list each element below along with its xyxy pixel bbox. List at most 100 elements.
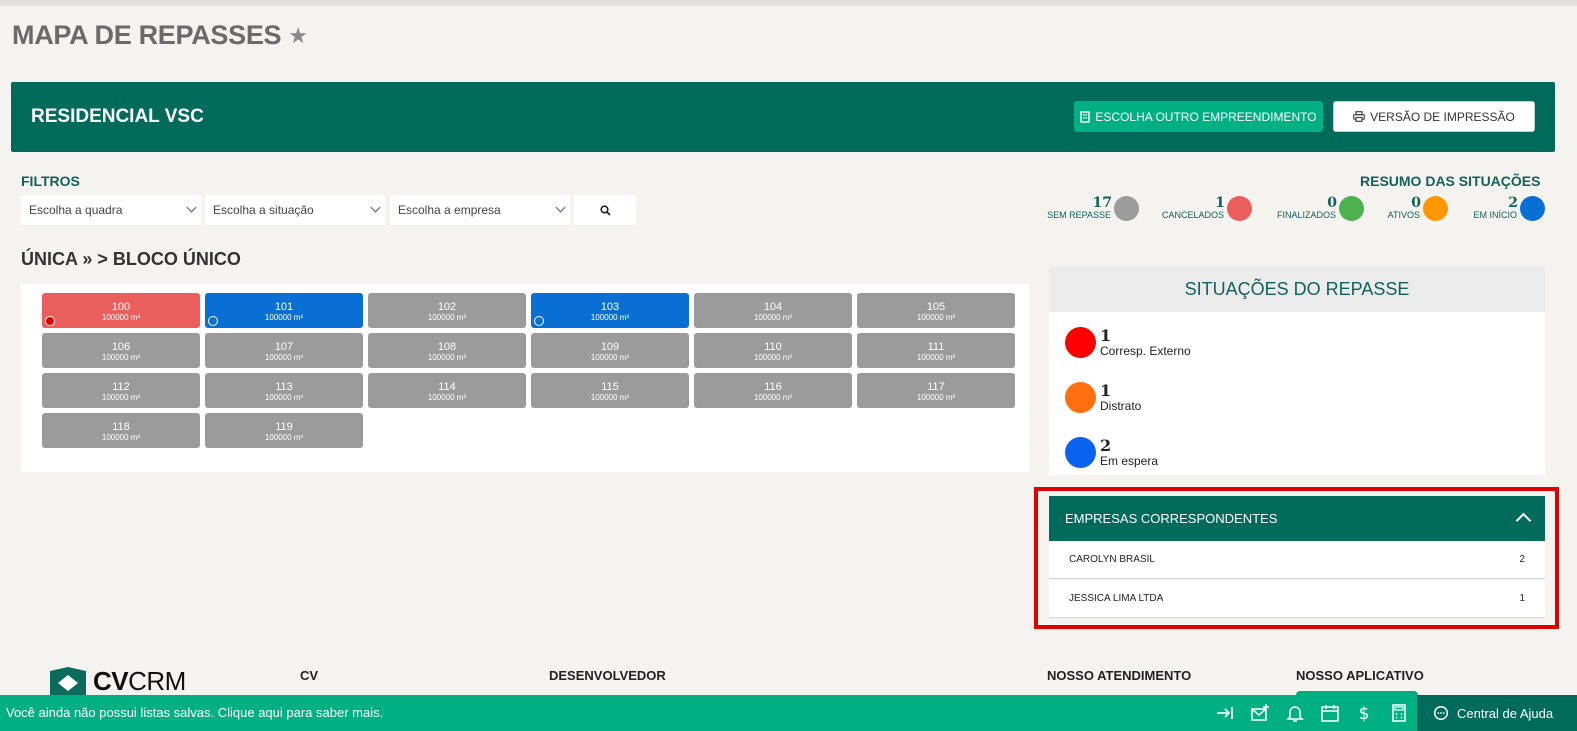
resumo-label-text: FINALIZADOS <box>1276 210 1336 220</box>
unit-cell[interactable]: 102 100000 m² <box>368 293 526 328</box>
mail-add-icon[interactable] <box>1250 703 1270 723</box>
status-dot-icon <box>1114 196 1139 221</box>
unit-area: 100000 m² <box>264 433 304 442</box>
empresa-row[interactable]: JESSICA LIMA LTDA 1 <box>1049 580 1545 618</box>
resumo-label-text: SEM REPASSE <box>1047 210 1111 220</box>
unit-area: 100000 m² <box>264 393 304 402</box>
unit-cell[interactable]: 119 100000 m² <box>205 413 363 448</box>
print-version-button[interactable]: VERSÃO DE IMPRESSÃO <box>1333 101 1535 132</box>
unit-cell[interactable]: 117 100000 m² <box>857 373 1015 408</box>
unit-status-marker-icon <box>45 316 55 326</box>
unit-number: 109 <box>600 341 620 353</box>
empresa-select[interactable]: Escolha a empresa <box>390 195 570 225</box>
status-dot-icon <box>1423 196 1448 221</box>
situacao-select[interactable]: Escolha a situação <box>205 195 385 225</box>
resumo-label-text: CANCELADOS <box>1161 210 1224 220</box>
unit-number: 105 <box>926 301 946 313</box>
arrow-to-line-icon[interactable] <box>1215 703 1235 723</box>
situacao-label: Corresp. Externo <box>1100 344 1191 358</box>
empresa-name: JESSICA LIMA LTDA <box>1069 593 1164 604</box>
project-banner: RESIDENCIAL VSC ESCOLHA OUTRO EMPREENDIM… <box>11 82 1555 152</box>
unit-number: 115 <box>601 381 619 393</box>
unit-area: 100000 m² <box>590 313 630 322</box>
dollar-icon[interactable]: $ <box>1354 703 1374 723</box>
unit-cell[interactable]: 108 100000 m² <box>368 333 526 368</box>
resumo-count: 0 <box>1327 195 1337 211</box>
situacao-select-value: Escolha a situação <box>213 203 314 217</box>
unit-cell[interactable]: 103 100000 m² <box>531 293 689 328</box>
unit-cell[interactable]: 114 100000 m² <box>368 373 526 408</box>
calculator-icon[interactable] <box>1389 703 1409 723</box>
unit-area: 100000 m² <box>264 353 304 362</box>
unit-area: 100000 m² <box>916 313 956 322</box>
situacao-label: Distrato <box>1100 399 1142 413</box>
unit-cell[interactable]: 109 100000 m² <box>531 333 689 368</box>
situacao-color-icon <box>1065 382 1096 413</box>
situacao-count: 2 <box>1100 436 1112 455</box>
chevron-up-icon[interactable] <box>1515 512 1532 529</box>
favorite-star-icon[interactable]: ★ <box>288 23 308 49</box>
unit-cell[interactable]: 110 100000 m² <box>694 333 852 368</box>
footer-heading-support: NOSSO ATENDIMENTO <box>1047 668 1192 683</box>
resumo-label: RESUMO DAS SITUAÇÕES <box>1360 173 1541 189</box>
unit-number: 118 <box>112 421 130 433</box>
unit-grid: 100 100000 m² 101 100000 m² 102 100000 m² 103 1… <box>21 284 1029 472</box>
unit-number: 112 <box>112 381 130 393</box>
search-button[interactable] <box>574 195 636 225</box>
situacao-count: 1 <box>1100 326 1112 345</box>
unit-number: 119 <box>275 421 293 433</box>
unit-cell[interactable]: 118 100000 m² <box>42 413 200 448</box>
unit-area: 100000 m² <box>753 393 793 402</box>
unit-area: 100000 m² <box>264 313 304 322</box>
calendar-icon[interactable] <box>1320 703 1340 723</box>
page-title: MAPA DE REPASSES <box>12 20 282 50</box>
section-title: ÚNICA » > BLOCO ÚNICO <box>21 249 241 269</box>
saved-lists-message[interactable]: Você ainda não possui listas salvas. Cli… <box>6 705 383 720</box>
unit-number: 111 <box>927 341 945 353</box>
resumo-count: 17 <box>1092 195 1112 211</box>
unit-cell[interactable]: 100 100000 m² <box>42 293 200 328</box>
unit-number: 104 <box>763 301 783 313</box>
unit-cell[interactable]: 116 100000 m² <box>694 373 852 408</box>
unit-status-marker-icon <box>534 316 544 326</box>
empresa-row[interactable]: CAROLYN BRASIL 2 <box>1049 541 1545 579</box>
empresas-header[interactable]: EMPRESAS CORRESPONDENTES <box>1049 496 1545 541</box>
unit-number: 100 <box>111 301 131 313</box>
unit-cell[interactable]: 111 100000 m² <box>857 333 1015 368</box>
unit-area: 100000 m² <box>590 393 630 402</box>
quadra-select[interactable]: Escolha a quadra <box>21 195 201 225</box>
bottom-bar: Você ainda não possui listas salvas. Cli… <box>0 695 1577 731</box>
unit-number: 113 <box>275 381 293 393</box>
empresa-count: 2 <box>1519 554 1525 565</box>
unit-cell[interactable]: 101 100000 m² <box>205 293 363 328</box>
unit-cell[interactable]: 106 100000 m² <box>42 333 200 368</box>
unit-area: 100000 m² <box>753 353 793 362</box>
resumo-label-text: EM INÍCIO <box>1473 210 1517 220</box>
footer-heading-developer: DESENVOLVEDOR <box>549 668 666 683</box>
unit-cell[interactable]: 112 100000 m² <box>42 373 200 408</box>
unit-cell[interactable]: 113 100000 m² <box>205 373 363 408</box>
status-dot-icon <box>1339 196 1364 221</box>
choose-project-label: ESCOLHA OUTRO EMPREENDIMENTO <box>1095 109 1317 124</box>
bell-icon[interactable] <box>1285 703 1305 723</box>
unit-cell[interactable]: 104 100000 m² <box>694 293 852 328</box>
unit-cell[interactable]: 105 100000 m² <box>857 293 1015 328</box>
unit-area: 100000 m² <box>101 353 141 362</box>
situacoes-panel: SITUAÇÕES DO REPASSE 1 Corresp. Externo 1 D… <box>1049 266 1545 475</box>
unit-cell[interactable]: 115 100000 m² <box>531 373 689 408</box>
top-strip <box>0 0 1577 6</box>
quadra-select-value: Escolha a quadra <box>29 203 123 217</box>
unit-number: 116 <box>764 381 782 393</box>
resumo-count: 0 <box>1411 195 1421 211</box>
unit-cell[interactable]: 107 100000 m² <box>205 333 363 368</box>
unit-area: 100000 m² <box>753 313 793 322</box>
empresa-count: 1 <box>1519 593 1525 604</box>
situacao-count: 1 <box>1100 381 1112 400</box>
chevron-down-icon <box>186 202 197 213</box>
unit-number: 117 <box>927 381 945 393</box>
empresas-title: EMPRESAS CORRESPONDENTES <box>1065 511 1278 526</box>
help-center-button[interactable]: Central de Ajuda <box>1417 695 1577 731</box>
unit-number: 103 <box>600 301 620 313</box>
choose-project-button[interactable]: ESCOLHA OUTRO EMPREENDIMENTO <box>1074 101 1323 132</box>
search-icon <box>599 204 611 216</box>
